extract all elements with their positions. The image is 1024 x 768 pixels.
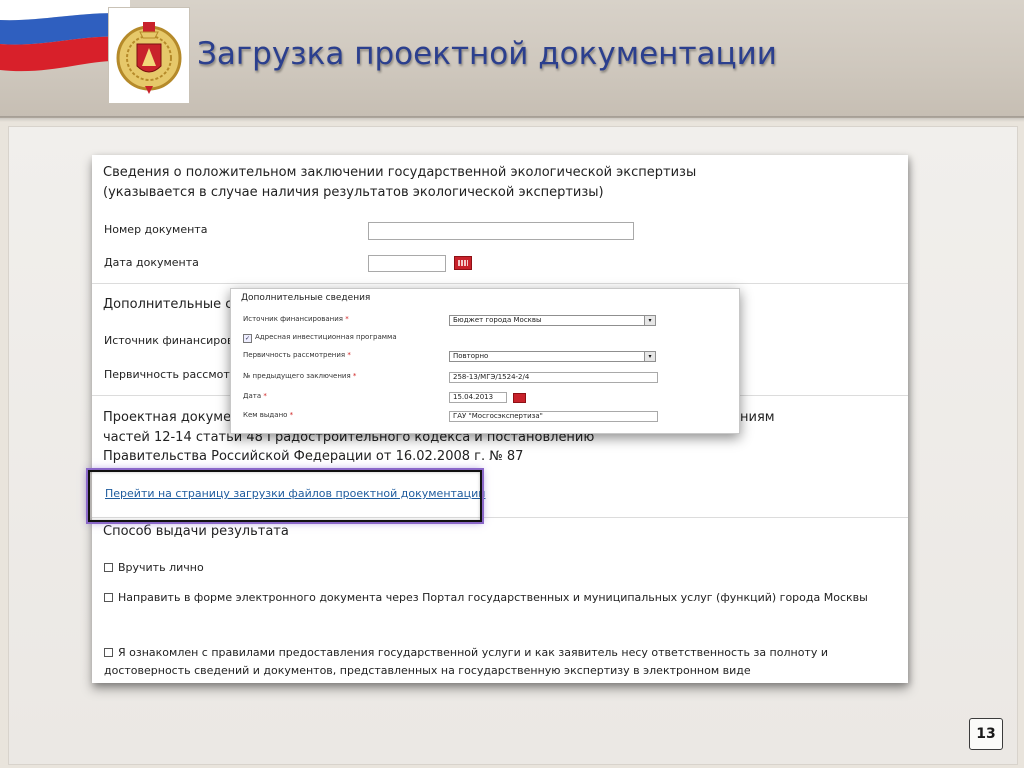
checkbox-icon[interactable] (104, 563, 113, 572)
required-mark: * (263, 392, 267, 400)
date-label-text: Дата (243, 392, 262, 400)
checkbox-icon[interactable]: ✓ (243, 334, 252, 343)
required-mark: * (347, 351, 351, 359)
checkbox-icon[interactable] (104, 593, 113, 602)
funding-source-label-text: Источник финансирования (243, 315, 344, 323)
required-mark: * (345, 315, 349, 323)
slide-header: Загрузка проектной документации (0, 0, 1024, 118)
eco-expertise-section-title: Сведения о положительном заключении госу… (103, 163, 696, 203)
send-electronic-label: Направить в форме электронного документа… (118, 591, 868, 604)
page-number: 13 (969, 718, 1003, 750)
eco-section-title-line2: (указывается в случае наличия результато… (103, 185, 604, 200)
required-mark: * (289, 411, 294, 419)
upload-docs-link[interactable]: Перейти на страницу загрузки файлов прое… (105, 487, 485, 500)
project-docs-line1-right: ниям (740, 410, 775, 425)
agreement-option[interactable]: Я ознакомлен с правилами предоставления … (104, 644, 904, 680)
funding-source-label: Источник финансирования * (243, 315, 349, 323)
prev-conclusion-label: № предыдущего заключения * (243, 372, 356, 380)
doc-date-input[interactable] (368, 255, 446, 272)
coat-of-arms-icon (116, 22, 182, 94)
date-input[interactable]: 15.04.2013 (449, 392, 507, 403)
result-method-title: Способ выдачи результата (103, 524, 289, 539)
additional-info-popup: Дополнительные сведения Источник финанси… (230, 288, 740, 434)
agreement-label: Я ознакомлен с правилами предоставления … (104, 646, 828, 677)
project-docs-line1-left: Проектная докуме (103, 410, 232, 425)
project-docs-line3: Правительства Российской Федерации от 16… (103, 449, 524, 464)
issued-by-label-text: Кем выдано (243, 411, 288, 419)
address-program-label: Адресная инвестиционная программа (255, 333, 397, 341)
review-priority-select[interactable]: Повторно ▾ (449, 351, 656, 362)
calendar-icon[interactable] (454, 256, 472, 270)
prev-conclusion-label-text: № предыдущего заключения (243, 372, 351, 380)
logo-frame (108, 7, 190, 104)
review-priority-value: Повторно (453, 352, 489, 360)
section-divider (92, 283, 908, 284)
eco-section-title-line1: Сведения о положительном заключении госу… (103, 165, 697, 180)
send-electronic-option[interactable]: Направить в форме электронного документа… (104, 591, 868, 604)
popup-title: Дополнительные сведения (241, 293, 371, 303)
required-mark: * (352, 372, 357, 380)
funding-source-select[interactable]: Бюджет города Москвы ▾ (449, 315, 656, 326)
doc-date-label: Дата документа (104, 256, 199, 269)
additional-info-title-partial: Дополнительные с (103, 297, 233, 312)
section-divider (92, 517, 908, 518)
review-priority-label-text: Первичность рассмотрения (243, 351, 346, 359)
review-priority-label-partial: Первичность рассмотр (104, 368, 237, 381)
deliver-personally-label: Вручить лично (118, 561, 204, 574)
funding-source-label-partial: Источник финансирова (104, 334, 241, 347)
slide-title: Загрузка проектной документации (197, 36, 777, 72)
funding-source-value: Бюджет города Москвы (453, 316, 542, 324)
calendar-icon[interactable] (513, 393, 526, 403)
doc-number-input[interactable] (368, 222, 634, 240)
header-shadow (0, 116, 1024, 122)
checkbox-icon[interactable] (104, 648, 113, 657)
chevron-down-icon[interactable]: ▾ (644, 352, 655, 361)
review-priority-label: Первичность рассмотрения * (243, 351, 351, 359)
doc-number-label: Номер документа (104, 223, 208, 236)
deliver-personally-option[interactable]: Вручить лично (104, 561, 204, 574)
date-label: Дата * (243, 392, 267, 400)
issued-by-label: Кем выдано * (243, 411, 293, 419)
prev-conclusion-input[interactable]: 258-13/МГЭ/1524-2/4 (449, 372, 658, 383)
address-program-option[interactable]: ✓ Адресная инвестиционная программа (243, 333, 397, 343)
chevron-down-icon[interactable]: ▾ (644, 316, 655, 325)
issued-by-input[interactable]: ГАУ "Мосгосэкспертиза" (449, 411, 658, 422)
